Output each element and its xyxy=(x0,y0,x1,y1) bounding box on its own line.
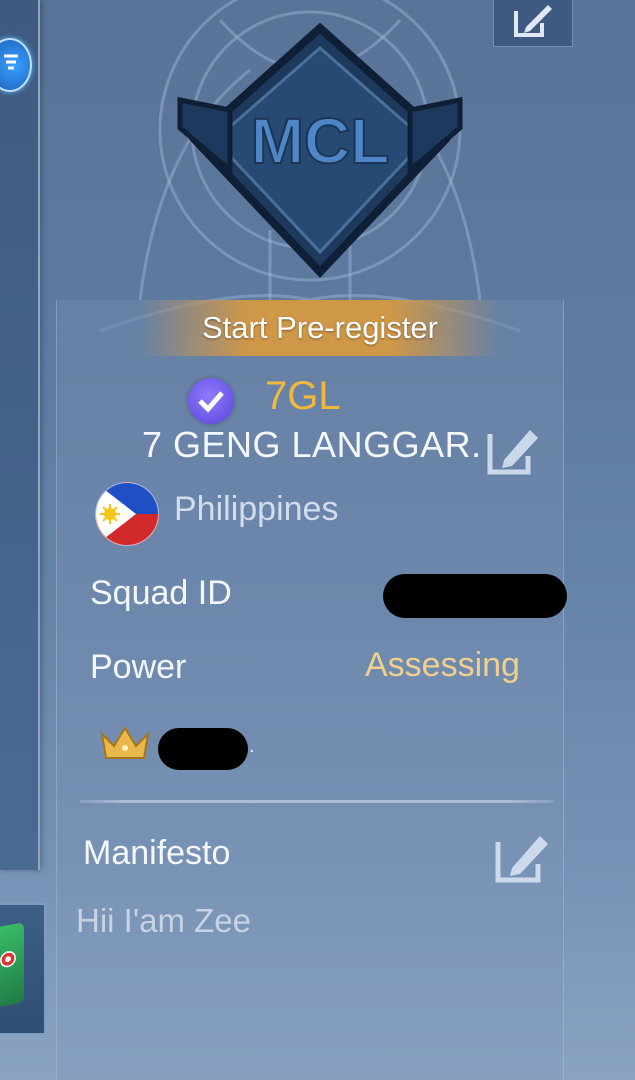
power-value: Assessing xyxy=(365,646,520,684)
left-side-panel xyxy=(0,0,40,870)
emblem-text: MCL xyxy=(251,105,390,177)
squad-id-label: Squad ID xyxy=(90,574,232,612)
squad-id-value-redacted xyxy=(383,574,567,618)
manifesto-label: Manifesto xyxy=(83,834,231,872)
country-name: Philippines xyxy=(174,490,339,528)
power-label: Power xyxy=(90,648,187,686)
divider xyxy=(80,800,554,803)
squad-tag: 7GL xyxy=(265,374,341,418)
edit-manifesto-icon[interactable] xyxy=(492,828,552,886)
leader-name-suffix: . xyxy=(249,735,255,757)
leader-name-redacted xyxy=(158,728,248,770)
filter-icon[interactable] xyxy=(0,38,32,92)
verified-icon xyxy=(188,378,234,424)
edit-name-icon[interactable] xyxy=(484,420,540,478)
left-bottom-item-button[interactable] xyxy=(0,903,46,1035)
start-preregister-button[interactable]: Start Pre-register xyxy=(140,300,500,356)
item-icon xyxy=(0,922,24,1008)
philippines-flag-icon xyxy=(95,482,159,546)
squad-name: 7 GENG LANGGAR. xyxy=(142,424,482,465)
manifesto-text: Hii I'am Zee xyxy=(76,902,252,939)
crown-icon xyxy=(100,726,150,759)
